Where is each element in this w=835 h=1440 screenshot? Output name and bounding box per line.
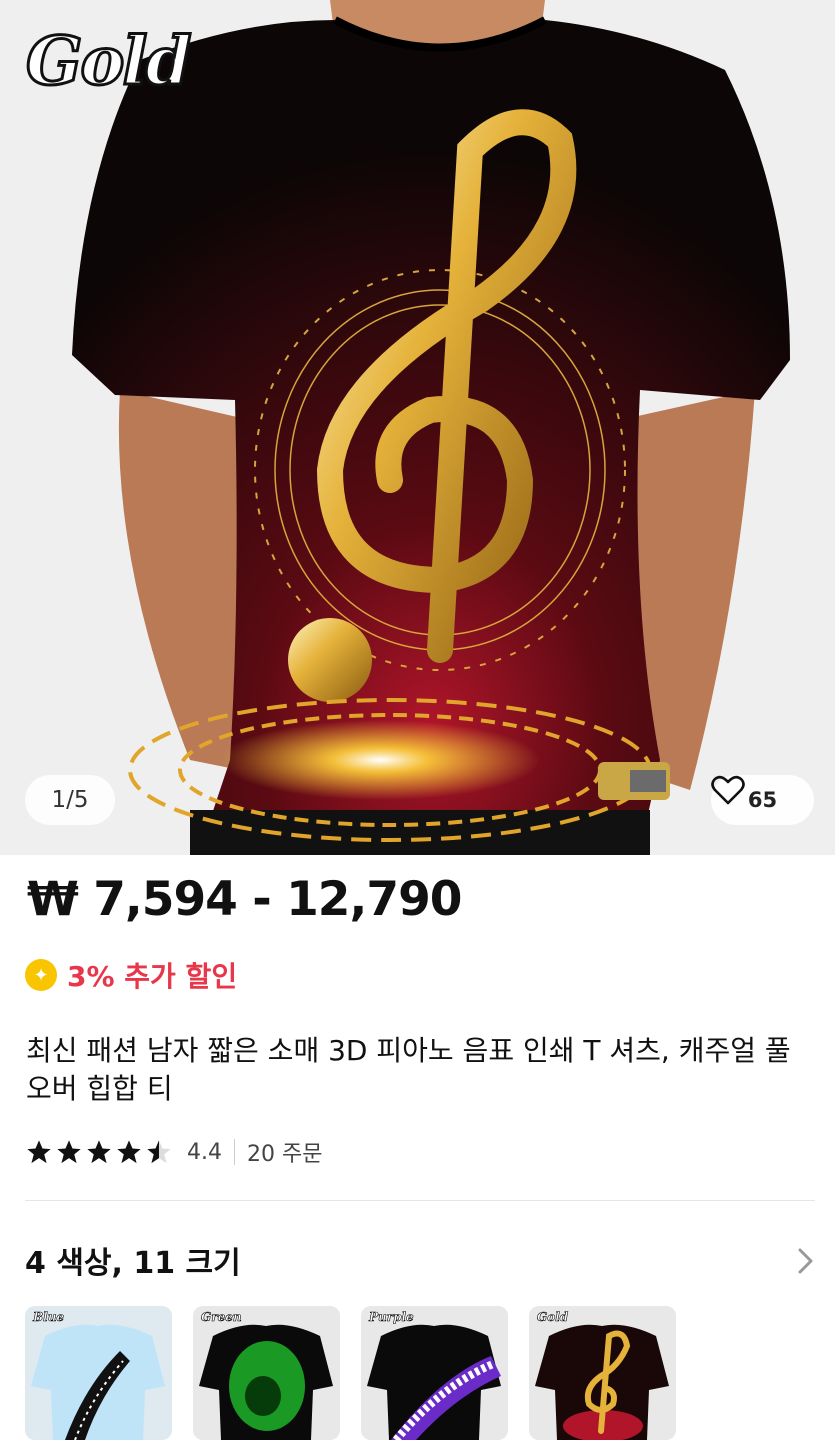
- like-button[interactable]: 65: [711, 775, 814, 825]
- divider: [234, 1139, 235, 1165]
- sparkle-coin-icon: ✦: [25, 959, 57, 991]
- tshirt-illustration: [72, 0, 790, 855]
- tshirt-purple-image: [361, 1306, 508, 1440]
- star-icon-half: [147, 1140, 171, 1164]
- variant-thumb-gold[interactable]: Gold: [529, 1306, 676, 1440]
- like-count: 65: [747, 788, 778, 812]
- order-count: 20 주문: [247, 1142, 323, 1167]
- thumb-label: Purple: [369, 1310, 414, 1325]
- product-image[interactable]: Gold 1/5 65: [0, 0, 835, 855]
- image-pager: 1/5: [25, 775, 115, 825]
- chevron-right-icon[interactable]: [795, 1245, 817, 1277]
- price-range: ₩ 7,594 - 12,790: [27, 872, 462, 927]
- thumb-label: Green: [201, 1310, 242, 1325]
- star-icon-full: [117, 1140, 141, 1164]
- product-title: 최신 패션 남자 짧은 소매 3D 피아노 음표 인쇄 T 셔츠, 캐주얼 풀오…: [26, 1034, 791, 1105]
- tshirt-green-image: [193, 1306, 340, 1440]
- rating-value: 4.4: [187, 1139, 222, 1165]
- star-rating: [25, 1138, 173, 1166]
- thumb-label: Gold: [537, 1310, 569, 1325]
- color-overlay-label: Gold: [25, 21, 194, 102]
- tshirt-blue-image: [25, 1306, 172, 1440]
- star-icon-full: [57, 1140, 81, 1164]
- variant-summary[interactable]: 4 색상, 11 크기: [25, 1238, 241, 1282]
- tshirt-gold-image: [529, 1306, 676, 1440]
- section-divider: [25, 1200, 815, 1201]
- star-icon-full: [27, 1140, 51, 1164]
- variant-thumbnails: Blue Green Purple Gold: [25, 1306, 676, 1440]
- variant-thumb-green[interactable]: Green: [193, 1306, 340, 1440]
- variant-thumb-blue[interactable]: Blue: [25, 1306, 172, 1440]
- thumb-label: Blue: [33, 1310, 65, 1325]
- discount-label: 3% 추가 할인: [67, 960, 238, 993]
- rating-row[interactable]: 4.4 20 주문: [25, 1134, 322, 1170]
- extra-discount[interactable]: ✦ 3% 추가 할인: [25, 955, 237, 995]
- variant-thumb-purple[interactable]: Purple: [361, 1306, 508, 1440]
- heart-outline-icon: [711, 775, 745, 805]
- star-icon-full: [87, 1140, 111, 1164]
